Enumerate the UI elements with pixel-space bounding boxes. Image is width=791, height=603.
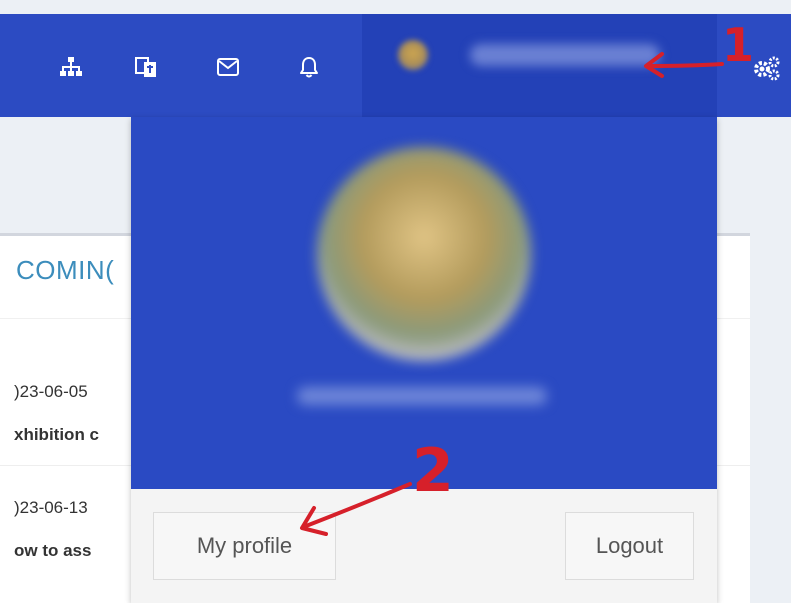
annotation-label-2: 2 <box>412 436 454 506</box>
sitemap-icon[interactable] <box>58 54 84 80</box>
logout-button[interactable]: Logout <box>565 512 694 580</box>
annotation-label-1: 1 <box>722 18 755 72</box>
envelope-icon[interactable] <box>215 54 241 80</box>
event-title-link[interactable]: xhibition c <box>14 425 99 445</box>
top-navbar <box>0 14 791 117</box>
bell-icon[interactable] <box>296 54 322 80</box>
user-menu-toggle[interactable] <box>362 14 717 117</box>
event-date: )23-06-13 <box>14 498 88 517</box>
event-date: )23-06-05 <box>14 382 88 401</box>
user-name-blurred <box>470 44 660 66</box>
cogs-icon[interactable] <box>752 54 782 82</box>
event-title-link[interactable]: ow to ass <box>14 541 91 561</box>
profile-photo <box>317 147 531 361</box>
user-avatar-small <box>398 40 428 70</box>
box-title: COMIN( <box>16 255 115 285</box>
user-header <box>131 117 717 489</box>
profile-name-blurred <box>297 387 547 405</box>
translate-icon[interactable] <box>133 54 159 80</box>
my-profile-button[interactable]: My profile <box>153 512 336 580</box>
page: COMIN( )23-06-05 xhibition c )23-06-13 o… <box>0 0 791 603</box>
